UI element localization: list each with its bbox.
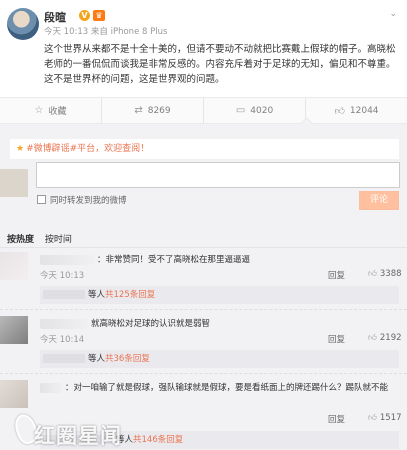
reply-count-link[interactable]: 共146条回复 xyxy=(133,435,183,445)
star-icon: ☆ xyxy=(34,105,44,116)
my-avatar xyxy=(0,169,28,197)
sync-repost-label: 同时转发到我的微博 xyxy=(50,196,127,206)
comment-icon: ▭ xyxy=(235,105,246,116)
comment-body: 就高晓松对足球的认识就是弱智 xyxy=(91,319,211,329)
commenter-avatar[interactable] xyxy=(0,252,28,280)
reply-summary[interactable]: 等人共36条回复 xyxy=(40,350,399,368)
comment-text: ：对一咱输了就是假球，强队输球就是假球，要是看纸面上的牌还踢什么？踢队就不能 xyxy=(40,381,388,393)
comment-area: ★ #微博辟谣#平台，欢迎查阅！ 同时转发到我的微博 评论 按热度 按时间 ：非常… xyxy=(0,117,407,450)
post-meta: 今天 10:13 来自 iPhone 8 Plus xyxy=(44,27,168,37)
repost-button[interactable]: ⇄ 8269 xyxy=(102,98,204,123)
sync-repost-checkbox[interactable] xyxy=(37,195,46,204)
favorite-label: 收藏 xyxy=(48,107,67,117)
repost-count: 8269 xyxy=(147,105,171,116)
chevron-down-icon[interactable]: ⌄ xyxy=(389,9,397,19)
thumb-up-icon: 👍︎ xyxy=(368,333,377,343)
divider xyxy=(0,247,407,248)
blurred-usernames xyxy=(43,290,85,299)
weibo-post: 段暄 V ♛ 今天 10:13 来自 iPhone 8 Plus ⌄ 这个世界从… xyxy=(0,0,407,97)
reply-summary-suffix: 等人 xyxy=(88,290,106,300)
comment-button[interactable]: ▭ 4020 xyxy=(204,98,306,123)
reply-button[interactable]: 回复 xyxy=(328,269,345,281)
comment-text: 就高晓松对足球的认识就是弱智 xyxy=(40,317,210,329)
comment-time: 今天 10:13 xyxy=(40,271,85,281)
crown-badge-icon: ♛ xyxy=(93,10,105,21)
comment-input[interactable] xyxy=(36,162,400,188)
thumb-up-icon: 👍︎ xyxy=(368,269,377,279)
promo-star-icon: ★ xyxy=(16,144,25,154)
blurred-username xyxy=(40,254,94,265)
blurred-usernames xyxy=(43,354,85,363)
reply-button[interactable]: 回复 xyxy=(328,333,345,345)
reply-button[interactable]: 回复 xyxy=(328,413,345,425)
watermark: 红圈星闻 xyxy=(34,424,122,448)
like-count: 12044 xyxy=(349,105,379,116)
reply-count-link[interactable]: 共125条回复 xyxy=(105,290,155,300)
verified-icon: V xyxy=(79,10,90,21)
reply-summary-suffix: 等人 xyxy=(88,354,106,364)
divider xyxy=(0,309,407,310)
promo-text: #微博辟谣#平台，欢迎查阅！ xyxy=(26,144,150,154)
commenter-avatar[interactable] xyxy=(0,380,28,408)
promo-banner[interactable]: ★ #微博辟谣#平台，欢迎查阅！ xyxy=(10,139,399,159)
post-action-bar: ☆ 收藏 ⇄ 8269 ▭ 4020 👍︎ 12044 xyxy=(0,97,407,124)
thumb-up-icon: 👍︎ xyxy=(334,105,345,117)
sort-tabs: 按热度 按时间 xyxy=(7,232,72,245)
comment-like-count: 1517 xyxy=(379,413,402,423)
repost-icon: ⇄ xyxy=(134,105,143,116)
tab-sort-time[interactable]: 按时间 xyxy=(45,235,72,245)
comment-time: 今天 10:14 xyxy=(40,335,85,345)
comment-like-count: 3388 xyxy=(379,269,402,279)
comment-count: 4020 xyxy=(250,105,274,116)
like-button[interactable]: 👍︎ 12044 xyxy=(306,98,407,123)
blurred-username xyxy=(40,318,88,329)
comment-text: ：非常赞同！受不了高晓松在那里逼逼逼 xyxy=(40,253,250,265)
comment-body: ：非常赞同！受不了高晓松在那里逼逼逼 xyxy=(97,255,251,265)
comment-like-count: 2192 xyxy=(379,333,402,343)
divider xyxy=(0,373,407,374)
author-name[interactable]: 段暄 xyxy=(44,9,66,25)
blurred-username xyxy=(40,382,62,393)
commenter-avatar[interactable] xyxy=(0,316,28,344)
favorite-button[interactable]: ☆ 收藏 xyxy=(0,98,102,123)
author-avatar[interactable] xyxy=(7,8,39,40)
post-body: 这个世界从来都不是十全十美的，但请不要动不动就把比赛戴上假球的帽子。高晓松老师的… xyxy=(44,44,396,85)
reply-count-link[interactable]: 共36条回复 xyxy=(105,354,150,364)
submit-comment-button[interactable]: 评论 xyxy=(359,191,399,210)
reply-summary[interactable]: 等人共125条回复 xyxy=(40,286,399,304)
comment-body: ：对一咱输了就是假球，强队输球就是假球，要是看纸面上的牌还踢什么？踢队就不能 xyxy=(65,383,389,393)
comment-like-button[interactable]: 👍︎ 3388 xyxy=(368,269,402,279)
thumb-up-icon: 👍︎ xyxy=(368,413,377,423)
tab-sort-hot[interactable]: 按热度 xyxy=(7,235,34,245)
comment-like-button[interactable]: 👍︎ 2192 xyxy=(368,333,402,343)
comment-like-button[interactable]: 👍︎ 1517 xyxy=(368,413,402,423)
